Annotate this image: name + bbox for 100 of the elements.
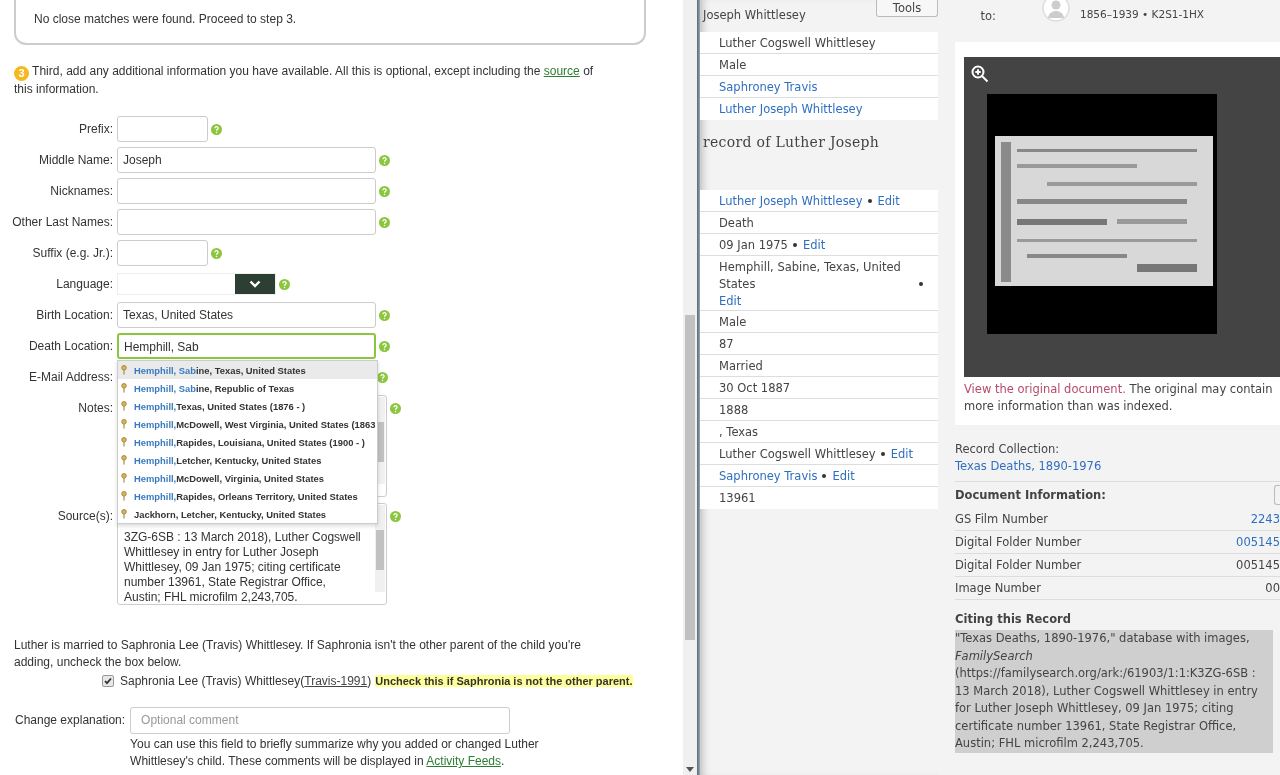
- text-field[interactable]: [117, 178, 376, 204]
- person-link[interactable]: Saphroney Travis: [719, 79, 818, 96]
- suggestion-item[interactable]: Hemphill, Sabine, Texas, United States: [118, 361, 377, 379]
- record-value: Death: [719, 215, 754, 232]
- field-label: Suffix (e.g. Jr.):: [32, 245, 113, 261]
- pin-icon: [121, 365, 127, 375]
- help-icon[interactable]: [211, 248, 222, 259]
- edit-link[interactable]: Edit: [890, 447, 913, 461]
- suggestion-item[interactable]: Jackhorn, Letcher, Kentucky, United States: [118, 505, 377, 523]
- section-heading: Citing this Record: [955, 611, 1072, 628]
- record-value: Luther Cogswell Whittlesey: [719, 446, 876, 463]
- suggestion-text: Hemphill,Rapides, Orleans Territory, United States: [134, 490, 358, 502]
- citation-text: "Texas Deaths, 1890-1976," database with images, FamilySearch (https://familysearch.org/ark:/61903/1:1:K3ZG-6SB : 13 March 2018), Luther Cogswell Whittlesey in entry for Luther Joseph Whittlesey, 09 Jan 1975; citing certificate number 13961, State Registrar Office, Austin; FHL microfilm 2,243,705.: [955, 630, 1273, 753]
- info-link[interactable]: 2243: [1250, 508, 1280, 530]
- info-link[interactable]: 005145: [1236, 531, 1280, 553]
- person-name: Joseph Whittlesey: [703, 8, 806, 23]
- person-link[interactable]: Luther Joseph Whittlesey: [719, 101, 863, 118]
- tools-button[interactable]: Tools: [876, 0, 938, 17]
- activity-feeds-link[interactable]: Activity Feeds: [426, 754, 501, 768]
- suggestion-item[interactable]: Hemphill,McDowell, Virginia, United States: [118, 469, 377, 487]
- field-label: Prefix:: [79, 121, 113, 137]
- text-field[interactable]: Texas, United States: [117, 302, 376, 328]
- scroll-down-arrow-icon[interactable]: [686, 767, 694, 772]
- suggestion-text: Hemphill,Rapides, Louisiana, United States (1900 - ): [134, 436, 365, 448]
- record-value: , Texas: [719, 424, 759, 441]
- suggestion-text: Hemphill,Letcher, Kentucky, United States: [134, 454, 322, 466]
- help-icon[interactable]: [390, 403, 401, 414]
- info-value: 005145: [1236, 557, 1280, 574]
- suggestion-item[interactable]: Hemphill, Sabine, Republic of Texas: [118, 379, 377, 397]
- section-title: record of Luther Joseph: [702, 133, 881, 152]
- suggestion-text: Hemphill,Texas, United States (1876 - ): [134, 400, 306, 412]
- info-label: Image Number: [955, 580, 1041, 597]
- help-icon[interactable]: [211, 124, 222, 135]
- suggestion-item[interactable]: Hemphill,Rapides, Louisiana, United States (1900 - ): [118, 433, 377, 451]
- pin-icon: [121, 383, 127, 393]
- suggestion-text: Hemphill,McDowell, Virginia, United States: [134, 472, 324, 484]
- field-label: E-Mail Address:: [28, 369, 113, 385]
- bullet-icon: [792, 242, 797, 247]
- info-label: Digital Folder Number: [955, 557, 1082, 574]
- notice-text: No close matches were found. Proceed to step 3.: [34, 12, 297, 26]
- suggestion-item[interactable]: Hemphill,Texas, United States (1876 - ): [118, 397, 377, 415]
- help-icon[interactable]: [379, 186, 390, 197]
- help-icon[interactable]: [377, 372, 388, 383]
- help-icon[interactable]: [279, 279, 290, 290]
- spouse-label: Saphronia Lee (Travis) Whittlesey(Travis-1991): [120, 673, 372, 688]
- record-value: 1888: [719, 402, 749, 419]
- record-value: 87: [719, 336, 734, 353]
- chevron-down-icon: [249, 280, 261, 288]
- source-link[interactable]: source: [543, 64, 580, 78]
- toggle-button[interactable]: [1274, 485, 1280, 505]
- person-id-link[interactable]: Travis-1991: [304, 673, 368, 688]
- suggestion-item[interactable]: Hemphill,Rapides, Orleans Territory, United States: [118, 487, 377, 505]
- info-label: Digital Folder Number: [955, 534, 1082, 551]
- scrollbar[interactable]: [375, 505, 385, 592]
- field-label: Change explanation:: [15, 712, 126, 728]
- textarea-text: 3ZG-6SB : 13 March 2018), Luther Cogswell Whittlesey in entry for Luther Joseph Whittlesey, 09 Jan 1975; citing certificate number 13961, State Registrar Office, Austin; FHL microfilm 2,243,705.: [124, 530, 362, 604]
- field-label: Language:: [56, 276, 113, 292]
- help-icon[interactable]: [379, 217, 390, 228]
- help-icon[interactable]: [379, 341, 390, 352]
- view-original-link[interactable]: View the original document.: [964, 382, 1126, 396]
- record-value: Male: [719, 57, 747, 74]
- scrollbar[interactable]: [683, 0, 697, 775]
- person-link[interactable]: Saphroney Travis: [719, 468, 818, 485]
- text-field[interactable]: Joseph: [117, 147, 376, 173]
- suggestion-text: Hemphill, Sabine, Texas, United States: [134, 364, 306, 376]
- help-icon[interactable]: [390, 511, 401, 522]
- help-text: You can use this field to briefly summarize why you added or changed Luther Whittlesey's child. These comments will be displayed in Activity Feeds.: [130, 736, 540, 770]
- record-value: 09 Jan 1975: [719, 237, 788, 254]
- spouse-note: Luther is married to Saphronia Lee (Travis) Whittlesey. If Saphronia isn't the other parent of the child you're adding, uncheck the box below.: [14, 637, 582, 671]
- person-link[interactable]: Luther Joseph Whittlesey: [719, 193, 863, 210]
- record-value: 30 Oct 1887: [719, 380, 791, 397]
- text-field[interactable]: [117, 116, 208, 142]
- zoom-in-icon[interactable]: [971, 65, 989, 83]
- pin-icon: [121, 473, 127, 483]
- suggestion-item[interactable]: Hemphill,McDowell, West Virginia, United States (1863: [118, 415, 377, 433]
- text-field[interactable]: [117, 209, 376, 235]
- pin-icon: [121, 419, 127, 429]
- attached-label: to:: [979, 9, 996, 23]
- bullet-icon: [822, 473, 827, 478]
- record-value: Male: [719, 314, 747, 331]
- bullet-icon: [867, 198, 872, 203]
- edit-link[interactable]: Edit: [877, 194, 900, 208]
- comment-field[interactable]: Optional comment: [130, 707, 511, 734]
- field-label: Birth Location:: [36, 307, 113, 323]
- collection-link[interactable]: Texas Deaths, 1890-1976: [955, 458, 1280, 475]
- help-icon[interactable]: [379, 310, 390, 321]
- suggestion-item[interactable]: Hemphill,Letcher, Kentucky, United States: [118, 451, 377, 469]
- text-field[interactable]: Hemphill, Sab: [117, 333, 376, 359]
- edit-link[interactable]: Edit: [802, 238, 826, 252]
- text-field[interactable]: [117, 240, 208, 266]
- section-heading: Document Information:: [955, 488, 1106, 502]
- edit-link[interactable]: Edit: [832, 469, 855, 483]
- edit-link[interactable]: Edit: [719, 294, 742, 308]
- checkbox[interactable]: [102, 674, 114, 687]
- field-label: Death Location:: [28, 338, 113, 354]
- language-select[interactable]: [117, 273, 276, 295]
- help-icon[interactable]: [379, 155, 390, 166]
- warning-text: Uncheck this if Saphronia is not the other parent.: [375, 674, 633, 687]
- info-label: GS Film Number: [955, 511, 1049, 528]
- scrollbar[interactable]: [375, 397, 385, 484]
